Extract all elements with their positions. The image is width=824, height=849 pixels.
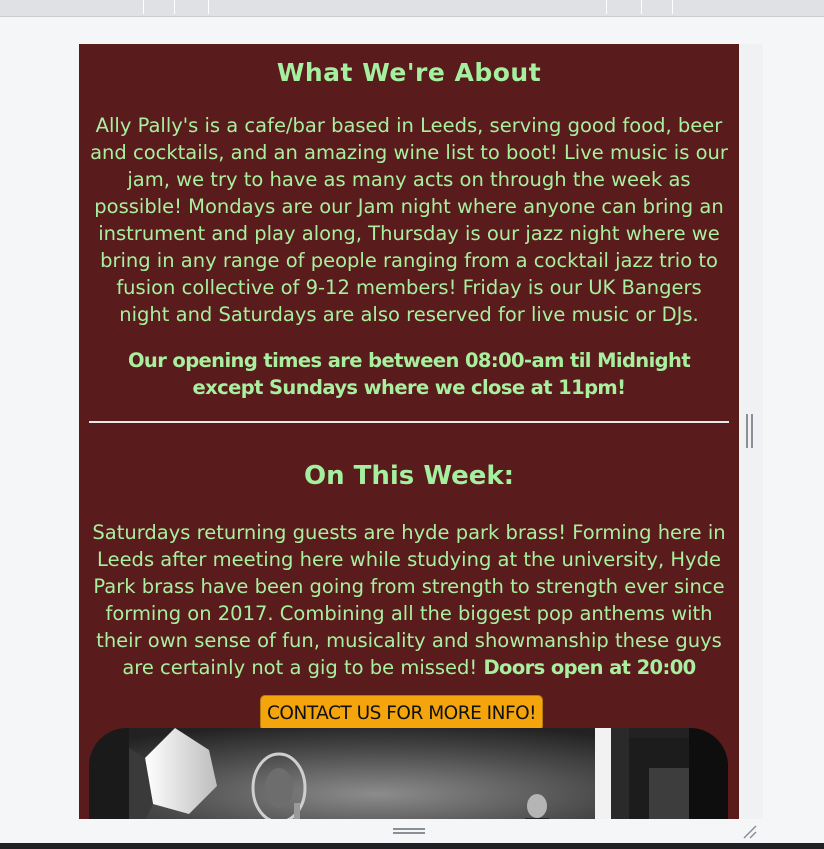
- toolbar-divider: [672, 0, 673, 14]
- web-page-preview: What We're About Ally Pally's is a cafe/…: [79, 44, 739, 819]
- band-photo: [89, 728, 728, 819]
- toolbar-divider: [606, 0, 607, 14]
- opening-times: Our opening times are between 08:00-am t…: [127, 349, 691, 399]
- this-week-heading: On This Week:: [303, 461, 515, 491]
- section-divider: [89, 421, 729, 423]
- about-description: Ally Pally's is a cafe/bar based in Leed…: [90, 114, 728, 326]
- doors-open-time: Doors open at 20:00: [483, 656, 696, 679]
- resize-corner-icon[interactable]: [741, 823, 759, 841]
- toolbar-divider: [641, 0, 642, 14]
- about-heading: What We're About: [276, 58, 542, 87]
- toolbar-divider: [208, 0, 209, 14]
- toolbar-divider: [174, 0, 175, 14]
- this-week-description: Saturdays returning guests are hyde park…: [89, 519, 729, 681]
- contact-us-button[interactable]: CONTACT US FOR MORE INFO!: [260, 695, 544, 731]
- horizontal-resize-handle[interactable]: [393, 828, 425, 836]
- bottom-status-strip: [0, 843, 824, 849]
- vertical-resize-handle[interactable]: [746, 414, 753, 448]
- editor-top-toolbar: [0, 0, 824, 17]
- toolbar-divider: [143, 0, 144, 14]
- band-photo-image: [89, 728, 728, 819]
